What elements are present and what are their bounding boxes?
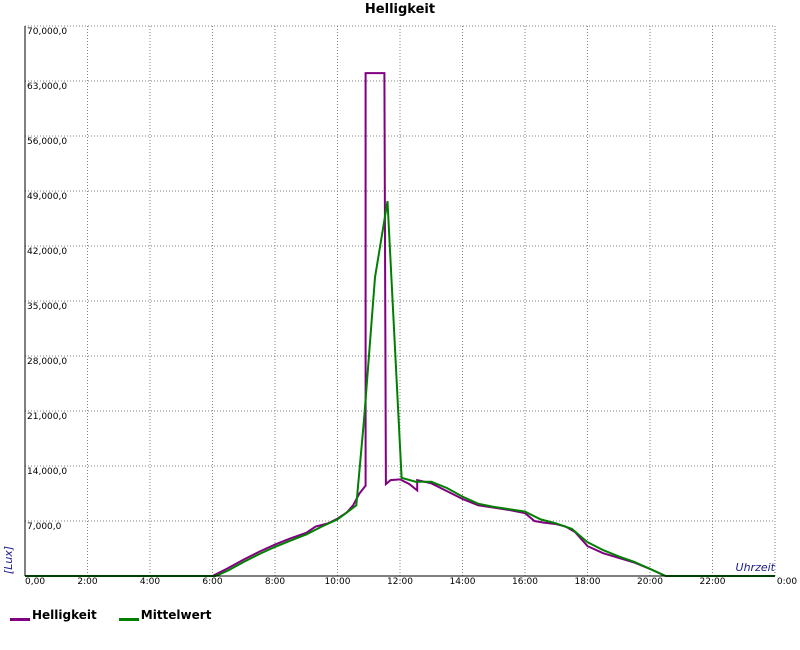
y-tick-label: 42,000,0 [27, 247, 67, 257]
y-tick-label: 49,000,0 [27, 192, 67, 202]
y-tick-label: 63,000,0 [27, 82, 67, 92]
x-tick-label: 18:00 [575, 577, 601, 587]
x-tick-label: 8:00 [265, 577, 285, 587]
chart-title: Helligkeit [365, 2, 435, 17]
legend-label-mittelwert: Mittelwert [140, 608, 212, 622]
legend-swatch-helligkeit [10, 617, 30, 621]
x-tick-label: 10:00 [325, 577, 351, 587]
tick-labels: 7,000,0 14,000,0 21,000,0 28,000,0 35,000,0 4… [25, 27, 797, 587]
legend-label-helligkeit: Helligkeit [32, 608, 97, 622]
x-tick-label: 4:00 [140, 577, 160, 587]
x-tick-label: 6:00 [202, 577, 222, 587]
x-tick-label: 22:00 [700, 577, 726, 587]
grid-lines [25, 25, 776, 576]
legend-swatch-mittelwert [118, 617, 139, 621]
y-tick-label: 7,000,0 [27, 522, 62, 532]
x-tick-label: 0:00 [777, 577, 797, 587]
y-tick-label: 70,000,0 [27, 27, 67, 37]
x-axis-label: Uhrzeit [736, 561, 776, 574]
x-tick-label: 0,00 [25, 577, 45, 587]
y-tick-label: 21,000,0 [27, 412, 67, 422]
x-tick-label: 14:00 [450, 577, 476, 587]
y-tick-label: 56,000,0 [27, 137, 67, 147]
line-chart: Helligkeit 7,000,0 14,000,0 21,000,0 28,000… [2, 2, 797, 587]
legend: Helligkeit Mittelwert [10, 608, 211, 622]
x-tick-label: 16:00 [512, 577, 538, 587]
x-tick-label: 2:00 [77, 577, 97, 587]
y-tick-label: 35,000,0 [27, 302, 67, 312]
y-tick-label: 28,000,0 [27, 357, 67, 367]
legend-item-helligkeit: Helligkeit [10, 608, 97, 622]
y-tick-label: 14,000,0 [27, 467, 67, 477]
x-tick-label: 20:00 [637, 577, 663, 587]
x-tick-label: 12:00 [387, 577, 413, 587]
y-axis-label: [Lux] [2, 546, 15, 574]
legend-item-mittelwert: Mittelwert [118, 608, 212, 622]
